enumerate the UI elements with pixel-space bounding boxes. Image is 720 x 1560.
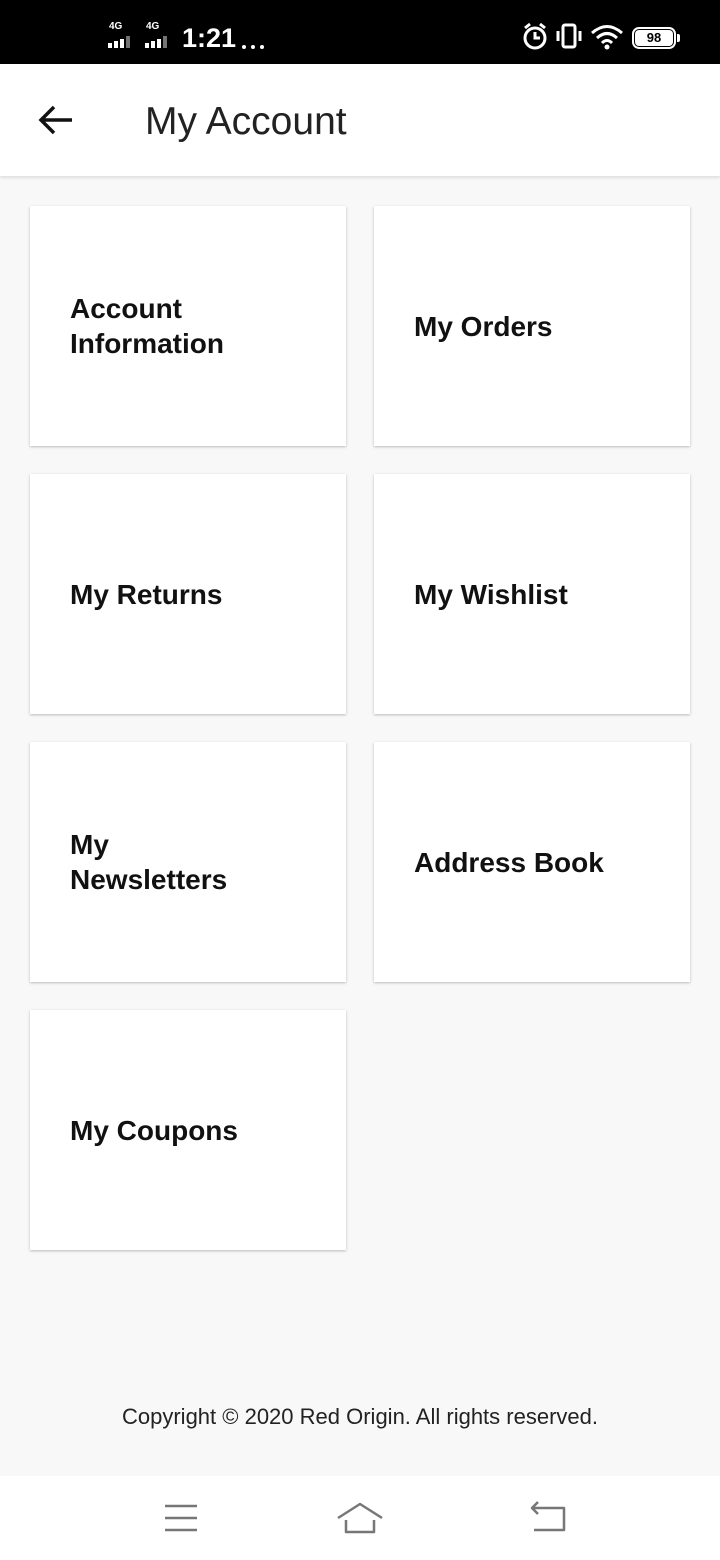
wifi-icon [590,22,624,57]
account-information-card[interactable]: Account Information [30,206,346,446]
my-coupons-card[interactable]: My Coupons [30,1010,346,1250]
home-button[interactable] [330,1498,390,1538]
card-label: Account Information [70,293,224,359]
back-icon [530,1501,566,1532]
card-label: My Orders [414,310,553,342]
network-type-label: 4G [146,21,160,32]
my-orders-card[interactable]: My Orders [374,206,690,446]
card-label: My Returns [70,578,223,610]
copyright-text: Copyright © 2020 Red Origin. All rights … [122,1404,598,1429]
vibrate-icon [556,22,582,57]
battery-icon: 98 [632,27,680,49]
battery-level: 98 [635,30,673,46]
app-bar: My Account [0,64,720,176]
back-button[interactable] [24,88,88,152]
alarm-icon [522,22,548,57]
home-icon [337,1502,383,1534]
system-nav-bar [0,1476,720,1560]
status-bar: 4G 4G 1:21 98 [0,0,720,64]
card-label: My Newsletters [70,829,228,895]
back-nav-button[interactable] [518,1498,578,1538]
card-label: My Wishlist [414,578,568,610]
menu-icon [165,1504,197,1532]
page-title: My Account [145,100,347,143]
signal-icon: 4G [145,22,173,48]
menu-button[interactable] [152,1498,212,1538]
my-newsletters-card[interactable]: My Newsletters [30,742,346,982]
my-wishlist-card[interactable]: My Wishlist [374,474,690,714]
address-book-card[interactable]: Address Book [374,742,690,982]
clock: 1:21 [182,23,237,53]
my-returns-card[interactable]: My Returns [30,474,346,714]
signal-icon: 4G [108,22,136,48]
card-label: Address Book [414,846,604,878]
network-type-label: 4G [109,21,123,32]
more-dots-icon [242,36,269,54]
arrow-left-icon [38,105,72,135]
card-label: My Coupons [70,1114,238,1146]
